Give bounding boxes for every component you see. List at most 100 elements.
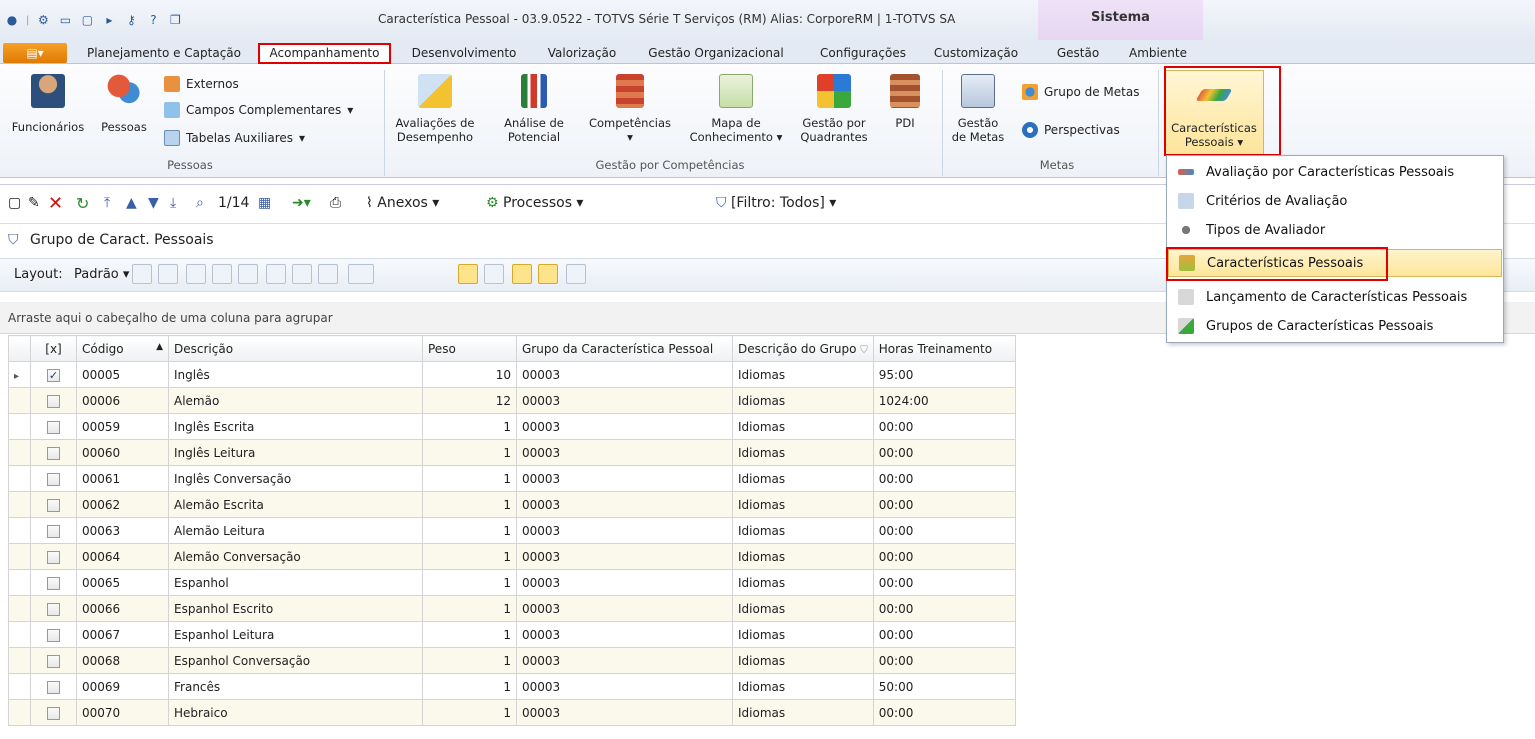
analise-potencial-button[interactable]: Análise de Potencial (494, 70, 574, 144)
col-select-header[interactable]: [x] (30, 335, 77, 362)
row-indicator[interactable] (8, 569, 31, 596)
table-row[interactable]: ▸ 00005Inglês1000003Idiomas95:00 (8, 361, 1016, 388)
row-checkbox[interactable] (30, 543, 77, 570)
cell-grupo[interactable]: 00003 (516, 569, 733, 596)
table-row[interactable]: 00059 Inglês Escrita 1 00003 Idiomas 00:00 (8, 413, 1016, 440)
row-indicator[interactable]: ▸ (8, 361, 31, 388)
row-checkbox-icon[interactable] (47, 680, 60, 694)
row-checkbox[interactable] (30, 595, 77, 622)
tab-planejamento[interactable]: Planejamento e Captação (78, 43, 250, 64)
table-row[interactable]: 00067 Espanhol Leitura 1 00003 Idiomas 00:00 (8, 621, 1016, 648)
tab-valorizacao[interactable]: Valorização (536, 43, 628, 64)
col-descgrupo-header[interactable]: Descrição do Grupo ⛉ (732, 335, 874, 362)
cell-grupo[interactable]: 00003 (516, 647, 733, 674)
row-checkbox-icon[interactable] (47, 368, 60, 382)
col-grupo-header[interactable]: Grupo da Característica Pessoal (516, 335, 733, 362)
cell-horas[interactable]: 1024:00 (872, 387, 1016, 414)
window-icon[interactable]: ▭ (57, 12, 73, 28)
row-checkbox-icon[interactable] (47, 576, 60, 590)
cell-descgrupo[interactable]: Idiomas (732, 569, 874, 596)
help-icon[interactable]: ? (145, 12, 161, 28)
cell-descricao[interactable]: Alemão Conversação (168, 543, 423, 570)
col-codigo-header[interactable]: Código ▲ (76, 335, 169, 362)
row-checkbox[interactable] (30, 491, 77, 518)
mapa-conhecimento-button[interactable]: Mapa de Conhecimento ▾ (684, 70, 788, 144)
cell-peso[interactable]: 1 (422, 413, 517, 440)
menu-item-lancamento[interactable]: Lançamento de Características Pessoais (1168, 283, 1502, 311)
row-checkbox-icon[interactable] (47, 550, 60, 564)
cell-horas[interactable]: 00:00 (872, 439, 1016, 466)
row-checkbox-icon[interactable] (47, 654, 60, 668)
menu-item-grupos[interactable]: Grupos de Características Pessoais (1168, 312, 1502, 340)
cell-codigo[interactable]: 00066 (76, 595, 169, 622)
layout-icon[interactable]: ▢ (79, 12, 95, 28)
find-icon[interactable]: ⌕ (196, 192, 204, 214)
cell-codigo[interactable]: 00070 (76, 699, 169, 726)
previous-record-icon[interactable]: ▲ (126, 192, 137, 214)
row-checkbox[interactable] (30, 621, 77, 648)
table-row[interactable]: 00061 Inglês Conversação 1 00003 Idiomas 00:0… (8, 465, 1016, 492)
cell-codigo[interactable]: 00069 (76, 673, 169, 700)
cell-descgrupo[interactable]: Idiomas (732, 465, 874, 492)
menu-item-avaliacao[interactable]: Avaliação por Características Pessoais (1168, 158, 1502, 186)
layout-view4-icon[interactable] (538, 264, 558, 284)
cell-descgrupo[interactable]: Idiomas (732, 413, 874, 440)
gestao-metas-button[interactable]: Gestão de Metas (948, 70, 1008, 144)
row-indicator[interactable] (8, 673, 31, 700)
anexos-button[interactable]: ⌇ Anexos ▾ (366, 192, 439, 214)
row-checkbox[interactable] (30, 569, 77, 596)
cell-descricao[interactable]: Espanhol Conversação (168, 647, 423, 674)
cell-horas[interactable]: 00:00 (872, 621, 1016, 648)
cell-horas[interactable]: 95:00 (872, 361, 1016, 388)
row-checkbox[interactable] (30, 413, 77, 440)
cell-peso[interactable]: 1 (422, 465, 517, 492)
cell-descgrupo[interactable]: Idiomas (732, 387, 874, 414)
table-row[interactable]: 00063 Alemão Leitura 1 00003 Idiomas 00:00 (8, 517, 1016, 544)
tab-desenvolvimento[interactable]: Desenvolvimento (400, 43, 528, 64)
cell-peso[interactable]: 1 (422, 491, 517, 518)
cell-descricao[interactable]: Inglês Conversação (168, 465, 423, 492)
print-icon[interactable]: ⎙ (330, 192, 341, 214)
cell-peso[interactable]: 10 (422, 361, 517, 388)
tab-customizacao[interactable]: Customização (926, 43, 1026, 64)
layout-font-icon[interactable] (566, 264, 586, 284)
row-indicator[interactable] (8, 595, 31, 622)
campos-complementares-button[interactable]: Campos Complementares ▾ (164, 102, 353, 118)
table-row[interactable]: 00062 Alemão Escrita 1 00003 Idiomas 00:00 (8, 491, 1016, 518)
filter-button[interactable]: ⛉ [Filtro: Todos] ▾ (716, 192, 836, 214)
cell-peso[interactable]: 1 (422, 673, 517, 700)
tab-gestao[interactable]: Gestão (1044, 43, 1112, 64)
edit-icon[interactable]: ✎ (28, 192, 40, 214)
row-indicator[interactable] (8, 647, 31, 674)
row-checkbox[interactable] (30, 361, 77, 388)
cell-descricao[interactable]: Espanhol (168, 569, 423, 596)
table-row[interactable]: 00070 Hebraico 1 00003 Idiomas 00:00 (8, 699, 1016, 726)
layout-view1-icon[interactable] (458, 264, 478, 284)
export-icon[interactable]: ➜▾ (292, 192, 311, 214)
layout-up-icon[interactable] (238, 264, 258, 284)
row-checkbox-icon[interactable] (47, 628, 60, 642)
cell-horas[interactable]: 00:00 (872, 491, 1016, 518)
pessoas-button[interactable]: Pessoas (92, 70, 156, 134)
perspectivas-button[interactable]: Perspectivas (1022, 122, 1120, 138)
cell-descricao[interactable]: Alemão (168, 387, 423, 414)
delete-icon[interactable]: ✕ (48, 192, 63, 214)
row-checkbox[interactable] (30, 517, 77, 544)
cell-grupo[interactable]: 00003 (516, 465, 733, 492)
cell-descgrupo[interactable]: Idiomas (732, 517, 874, 544)
cell-grupo[interactable]: 00003 (516, 439, 733, 466)
layout-edit-icon[interactable] (318, 264, 338, 284)
cell-descricao[interactable]: Inglês Leitura (168, 439, 423, 466)
row-indicator[interactable] (8, 621, 31, 648)
cell-codigo[interactable]: 00060 (76, 439, 169, 466)
copy-icon[interactable]: ❐ (167, 12, 183, 28)
key-icon[interactable]: ⚷ (123, 12, 139, 28)
row-checkbox-icon[interactable] (47, 706, 60, 720)
cell-grupo[interactable]: 00003 (516, 413, 733, 440)
cell-descricao[interactable]: Inglês Escrita (168, 413, 423, 440)
row-checkbox[interactable] (30, 465, 77, 492)
cell-horas[interactable]: 00:00 (872, 699, 1016, 726)
cell-descgrupo[interactable]: Idiomas (732, 673, 874, 700)
row-checkbox-icon[interactable] (47, 420, 60, 434)
row-indicator[interactable] (8, 491, 31, 518)
